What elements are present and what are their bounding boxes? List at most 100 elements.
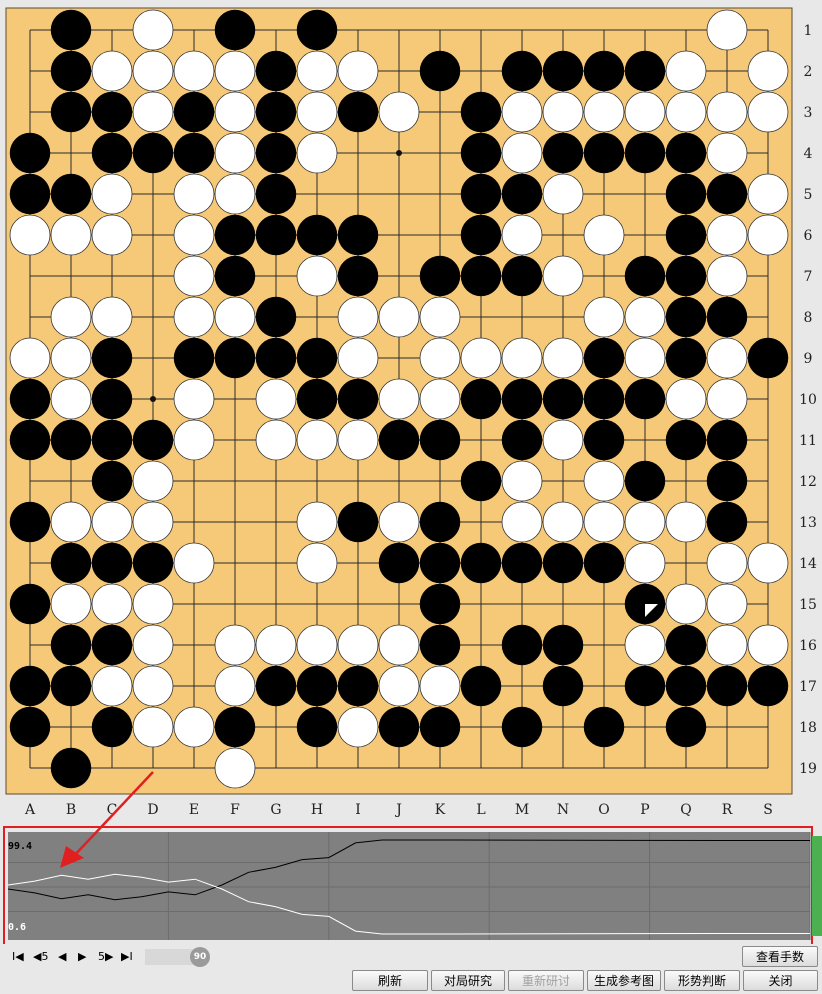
white-stone[interactable] <box>91 665 133 707</box>
position-judge-button[interactable]: 形势判断 <box>664 970 740 991</box>
black-stone[interactable] <box>91 419 133 461</box>
close-button[interactable]: 关闭 <box>743 970 818 991</box>
move-slider-track[interactable] <box>145 949 193 965</box>
white-stone[interactable] <box>173 706 215 748</box>
black-stone[interactable] <box>255 214 297 256</box>
white-stone[interactable] <box>501 460 543 502</box>
black-stone[interactable] <box>214 214 256 256</box>
black-stone[interactable] <box>665 665 707 707</box>
black-stone[interactable] <box>50 9 92 51</box>
white-stone[interactable] <box>665 501 707 543</box>
white-stone[interactable] <box>9 214 51 256</box>
white-stone[interactable] <box>624 296 666 338</box>
white-stone[interactable] <box>50 337 92 379</box>
white-stone[interactable] <box>706 9 748 51</box>
white-stone[interactable] <box>378 296 420 338</box>
white-stone[interactable] <box>173 50 215 92</box>
black-stone[interactable] <box>50 91 92 133</box>
black-stone[interactable] <box>624 665 666 707</box>
black-stone[interactable] <box>460 665 502 707</box>
black-stone[interactable] <box>296 337 338 379</box>
white-stone[interactable] <box>747 542 789 584</box>
white-stone[interactable] <box>665 378 707 420</box>
black-stone[interactable] <box>50 419 92 461</box>
black-stone[interactable] <box>624 460 666 502</box>
white-stone[interactable] <box>50 378 92 420</box>
white-stone[interactable] <box>255 378 297 420</box>
black-stone[interactable] <box>91 337 133 379</box>
white-stone[interactable] <box>296 501 338 543</box>
white-stone[interactable] <box>296 542 338 584</box>
white-stone[interactable] <box>378 501 420 543</box>
black-stone[interactable] <box>91 542 133 584</box>
black-stone[interactable] <box>255 173 297 215</box>
white-stone[interactable] <box>132 706 174 748</box>
black-stone[interactable] <box>419 501 461 543</box>
black-stone[interactable] <box>132 419 174 461</box>
white-stone[interactable] <box>214 665 256 707</box>
view-moves-button[interactable]: 查看手数 <box>742 946 818 967</box>
back-button[interactable]: ◀ <box>58 950 66 964</box>
white-stone[interactable] <box>378 665 420 707</box>
white-stone[interactable] <box>91 214 133 256</box>
black-stone[interactable] <box>296 9 338 51</box>
white-stone[interactable] <box>173 542 215 584</box>
white-stone[interactable] <box>378 378 420 420</box>
move-slider-thumb[interactable]: 90 <box>190 947 210 967</box>
black-stone[interactable] <box>706 665 748 707</box>
black-stone[interactable] <box>378 706 420 748</box>
black-stone[interactable] <box>419 624 461 666</box>
black-stone[interactable] <box>624 378 666 420</box>
white-stone[interactable] <box>706 255 748 297</box>
black-stone[interactable] <box>419 583 461 625</box>
white-stone[interactable] <box>132 9 174 51</box>
black-stone[interactable] <box>665 337 707 379</box>
black-stone[interactable] <box>419 255 461 297</box>
black-stone[interactable] <box>50 747 92 789</box>
white-stone[interactable] <box>747 214 789 256</box>
black-stone[interactable] <box>296 378 338 420</box>
black-stone[interactable] <box>50 50 92 92</box>
black-stone[interactable] <box>624 255 666 297</box>
white-stone[interactable] <box>665 583 707 625</box>
white-stone[interactable] <box>296 50 338 92</box>
black-stone[interactable] <box>214 255 256 297</box>
win-rate-graph[interactable]: 99.4 0.6 <box>7 832 811 940</box>
black-stone[interactable] <box>173 91 215 133</box>
black-stone[interactable] <box>255 132 297 174</box>
white-stone[interactable] <box>173 378 215 420</box>
white-stone[interactable] <box>255 624 297 666</box>
white-stone[interactable] <box>624 501 666 543</box>
white-stone[interactable] <box>501 501 543 543</box>
black-stone[interactable] <box>542 132 584 174</box>
white-stone[interactable] <box>542 173 584 215</box>
white-stone[interactable] <box>460 337 502 379</box>
black-stone[interactable] <box>665 706 707 748</box>
black-stone[interactable] <box>9 501 51 543</box>
black-stone[interactable] <box>542 665 584 707</box>
black-stone[interactable] <box>9 665 51 707</box>
white-stone[interactable] <box>91 583 133 625</box>
white-stone[interactable] <box>91 50 133 92</box>
white-stone[interactable] <box>747 624 789 666</box>
white-stone[interactable] <box>624 624 666 666</box>
black-stone[interactable] <box>419 542 461 584</box>
game-study-button[interactable]: 对局研究 <box>431 970 505 991</box>
white-stone[interactable] <box>132 50 174 92</box>
black-stone[interactable] <box>337 501 379 543</box>
black-stone[interactable] <box>665 419 707 461</box>
black-stone[interactable] <box>501 50 543 92</box>
black-stone[interactable] <box>378 542 420 584</box>
white-stone[interactable] <box>542 501 584 543</box>
forward-button[interactable]: ▶ <box>78 950 86 964</box>
white-stone[interactable] <box>501 132 543 174</box>
black-stone[interactable] <box>460 542 502 584</box>
white-stone[interactable] <box>706 91 748 133</box>
black-stone[interactable] <box>460 214 502 256</box>
white-stone[interactable] <box>706 337 748 379</box>
white-stone[interactable] <box>296 419 338 461</box>
white-stone[interactable] <box>337 296 379 338</box>
black-stone[interactable] <box>665 214 707 256</box>
black-stone[interactable] <box>9 378 51 420</box>
white-stone[interactable] <box>214 173 256 215</box>
